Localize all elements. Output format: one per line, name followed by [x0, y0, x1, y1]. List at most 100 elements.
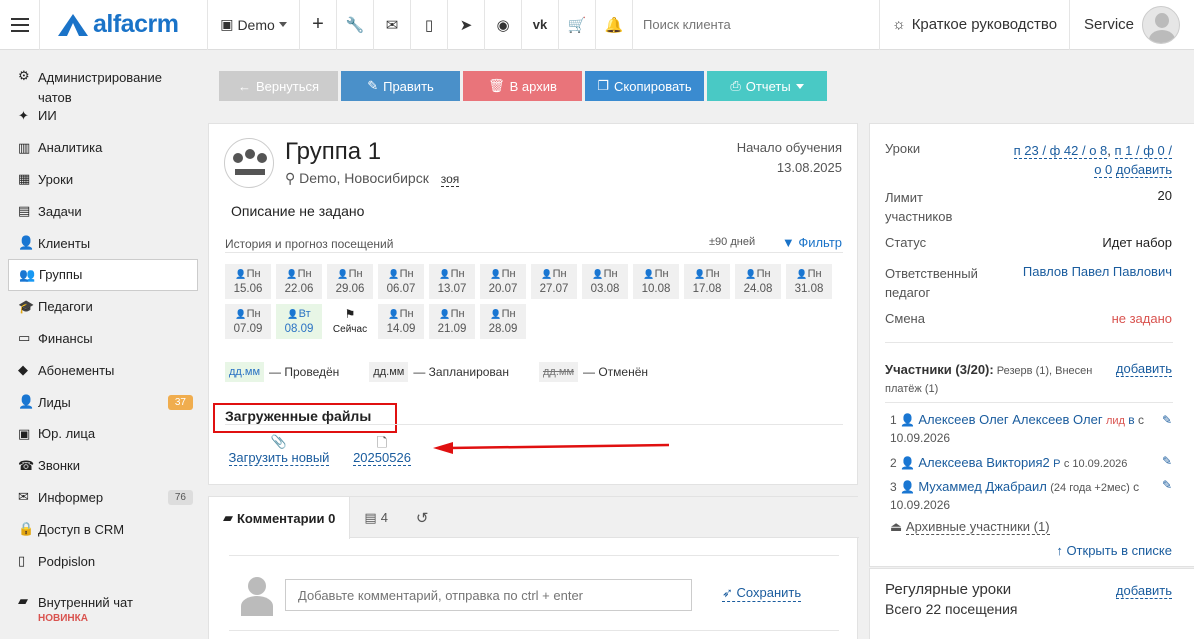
telegram-button[interactable]: ➤ — [448, 0, 485, 50]
sidebar-item-6[interactable]: 👥 Группы — [8, 258, 198, 291]
plus-icon: + — [312, 13, 324, 35]
date-cell[interactable]: 👤Пн 28.09 — [480, 304, 526, 339]
guide-button[interactable]: ☼ Краткое руководство — [880, 0, 1070, 50]
sidebar-item-3[interactable]: ▦ Уроки — [0, 164, 208, 196]
sidebar-item-4[interactable]: ▤ Задачи — [0, 195, 208, 227]
map-marker-icon: ⚲ — [285, 170, 296, 186]
member-name[interactable]: Мухаммед Джабраил — [918, 479, 1047, 494]
archived-members-link[interactable]: ⏏ Архивные участники (1) — [890, 519, 1050, 535]
date-cell[interactable]: 👤Пн 10.08 — [633, 264, 679, 299]
branch-select[interactable]: ▣ Demo — [208, 0, 300, 50]
date-cell[interactable]: 👤Пн 03.08 — [582, 264, 628, 299]
sidebar-item-14[interactable]: 🔒 Доступ в CRM — [0, 513, 208, 545]
room-link[interactable]: зоя — [440, 172, 460, 187]
sidebar-item-9[interactable]: ◆ Абонементы — [0, 354, 208, 386]
sidebar-item-15[interactable]: ▯ Podpislon — [0, 545, 208, 577]
tab-tasks-label: 4 — [380, 510, 388, 525]
user-menu[interactable]: Service — [1070, 0, 1194, 50]
date-cell[interactable]: 👤Пн 17.08 — [684, 264, 730, 299]
days-range: ±90 дней — [709, 236, 756, 248]
add-participant-link[interactable]: добавить — [1115, 361, 1172, 377]
attendance-legend: дд.мм — Проведён дд.мм — Запланирован дд… — [225, 362, 648, 382]
reports-button[interactable]: ⎙ Отчеты — [707, 71, 827, 101]
user-name: Service — [1083, 16, 1135, 33]
sidebar-item-11[interactable]: ▣ Юр. лица — [0, 418, 208, 450]
archive-button[interactable]: 🗑 В архив — [463, 71, 582, 101]
date-cell[interactable]: 👤Пн 13.07 — [429, 264, 475, 299]
sparkle-icon: ✦ — [18, 107, 29, 123]
sidebar-item-5[interactable]: 👤 Клиенты — [0, 227, 208, 259]
date-cell[interactable]: 👤Пн 24.08 — [735, 264, 781, 299]
sidebar-item-7[interactable]: 🎓 Педагоги — [0, 291, 208, 323]
mobile-button[interactable]: ▯ — [411, 0, 448, 50]
sidebar-item-16[interactable]: ▰ Внутренний чат НОВИНКА — [0, 577, 208, 624]
cart-button[interactable]: 🛒 — [559, 0, 596, 50]
weekday-label: Пн — [705, 267, 720, 280]
member-age: (24 года +2мес) — [1050, 482, 1130, 494]
logo[interactable]: alfacrm — [40, 0, 208, 50]
date-cell[interactable]: 👤Пн 06.07 — [378, 264, 424, 299]
lessons-stats-link-2[interactable]: п 1 / ф 0 / — [1114, 143, 1172, 159]
mail-button[interactable]: ✉ — [374, 0, 411, 50]
sidebar-item-8[interactable]: ▭ Финансы — [0, 323, 208, 355]
tab-tasks[interactable]: ▤ 4 — [350, 497, 402, 538]
teacher-link[interactable]: Павлов Павел Павлович — [1023, 264, 1172, 279]
sidebar-item-10[interactable]: 👤 Лиды 37 — [0, 386, 208, 418]
date-cell[interactable]: 👤Пн 15.06 — [225, 264, 271, 299]
lessons-stats-link-3[interactable]: о 0 — [1094, 162, 1113, 178]
save-comment-button[interactable]: ➶ Сохранить — [722, 585, 802, 602]
filter-label: Фильтр — [798, 235, 842, 250]
member-name[interactable]: Алексеев Олег Алексеев Олег — [918, 412, 1102, 427]
file-item[interactable]: 🗋 20250526 — [352, 434, 412, 466]
date-cell[interactable]: 👤Пн 07.09 — [225, 304, 271, 339]
add-lessons-link[interactable]: добавить — [1115, 162, 1172, 178]
book-icon: ▥ — [18, 139, 31, 155]
printer-icon: ⎙ — [730, 78, 741, 93]
comment-input[interactable] — [285, 579, 692, 611]
tab-comments[interactable]: ▰ Комментарии 0 — [209, 497, 351, 539]
date-cell[interactable]: 👤Пн 29.06 — [327, 264, 373, 299]
upload-file-label: Загрузить новый — [228, 450, 330, 466]
date-cell[interactable]: 👤Пн 22.06 — [276, 264, 322, 299]
notifications-button[interactable]: 🔔 — [596, 0, 633, 50]
date-cell[interactable]: 👤Пн 21.09 — [429, 304, 475, 339]
date-cell-now: ⚑ Сейчас — [327, 304, 373, 339]
vk-button[interactable]: vk — [522, 0, 559, 50]
date-cell[interactable]: 👤Пн 27.07 — [531, 264, 577, 299]
member-from: с — [1137, 413, 1144, 427]
edit-member-button[interactable]: ✎ — [1162, 454, 1172, 468]
date-cell[interactable]: 👤Вт 08.09 — [276, 304, 322, 339]
whatsapp-button[interactable]: ◉ — [485, 0, 522, 50]
sidebar-item-12[interactable]: ☎ Звонки — [0, 450, 208, 482]
date-label: 08.09 — [284, 322, 314, 335]
add-button[interactable]: + — [300, 0, 337, 50]
tab-history[interactable]: ↺ — [402, 497, 443, 538]
limit-label-1: Лимит — [885, 190, 923, 205]
lessons-stats-link[interactable]: п 23 / ф 42 / о 8 — [1013, 143, 1108, 159]
user-icon: 👤 — [490, 308, 502, 319]
member-name[interactable]: Алексеева Виктория2 — [918, 455, 1049, 470]
tab-comments-label: Комментарии 0 — [237, 510, 336, 526]
edit-member-button[interactable]: ✎ — [1162, 478, 1172, 492]
sidebar-item-0[interactable]: ⚙ Администрирование чатов — [0, 50, 208, 105]
sidebar-item-2[interactable]: ▥ Аналитика — [0, 132, 208, 164]
menu-button[interactable] — [0, 0, 40, 50]
back-button[interactable]: ← Вернуться — [219, 71, 338, 101]
date-cell[interactable]: 👤Пн 20.07 — [480, 264, 526, 299]
weekday-label: Пн — [450, 267, 465, 280]
copy-button[interactable]: ❐ Скопировать — [585, 71, 704, 101]
date-cell[interactable]: 👤Пн 14.09 — [378, 304, 424, 339]
date-cell[interactable]: 👤Пн 31.08 — [786, 264, 832, 299]
edit-member-button[interactable]: ✎ — [1162, 413, 1172, 427]
search-input[interactable] — [643, 17, 863, 32]
upload-file-button[interactable]: 📎 Загрузить новый — [225, 434, 333, 466]
add-regular-lesson-link[interactable]: добавить — [1115, 583, 1172, 599]
date-label: 31.08 — [794, 282, 824, 295]
sidebar-item-13[interactable]: ✉ Информер 76 — [0, 482, 208, 514]
settings-button[interactable]: 🔧 — [337, 0, 374, 50]
filter-button[interactable]: ▼ Фильтр — [782, 235, 842, 250]
open-list-link[interactable]: ↑ Открыть в списке — [1056, 543, 1172, 558]
lightbulb-icon: ☼ — [891, 16, 906, 33]
sidebar-item-label: Финансы — [38, 330, 93, 346]
edit-button[interactable]: ✎ Править — [341, 71, 460, 101]
